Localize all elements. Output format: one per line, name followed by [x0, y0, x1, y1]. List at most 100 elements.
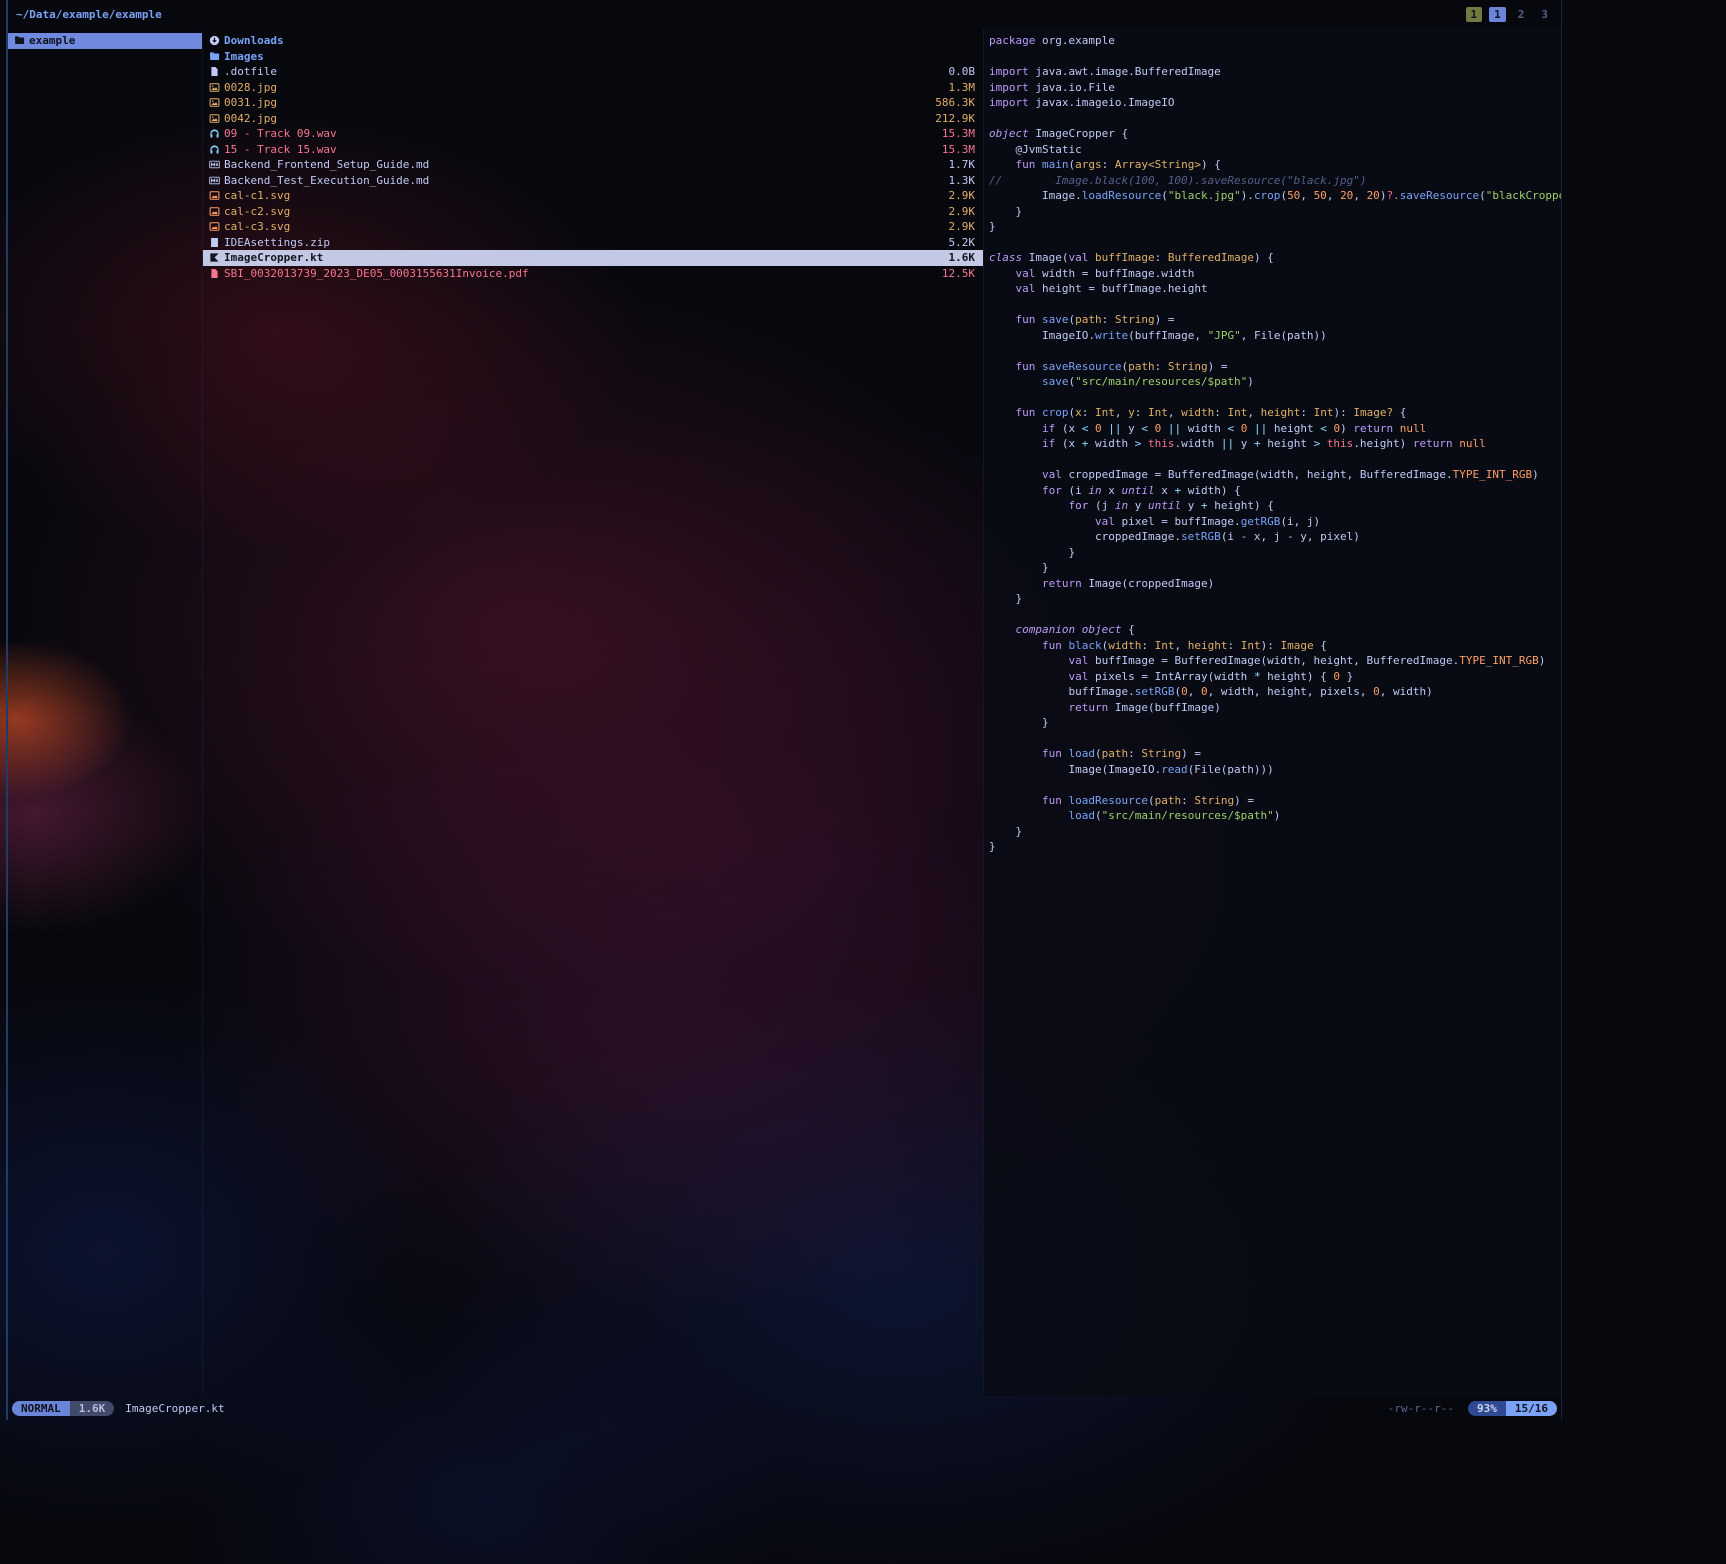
file-row[interactable]: cal-c2.svg2.9K [203, 204, 983, 220]
file-row[interactable]: Images [203, 49, 983, 65]
file-row[interactable]: ImageCropper.kt1.6K [203, 250, 983, 266]
code-line: import javax.imageio.ImageIO [989, 95, 1561, 111]
code-token: in [1115, 499, 1128, 512]
file-row[interactable]: example [8, 33, 202, 49]
file-row[interactable]: Backend_Test_Execution_Guide.md1.3K [203, 173, 983, 189]
code-token: height [1261, 406, 1301, 419]
code-token: "black.jpg" [1168, 189, 1241, 202]
code-token: Image( [1022, 251, 1068, 264]
code-line: if (x < 0 || y < 0 || width < 0 || heigh… [989, 421, 1561, 437]
code-token: (File(path))) [1188, 763, 1274, 776]
folder-icon [14, 35, 29, 46]
code-token: , width) [1380, 685, 1433, 698]
code-token: return [1413, 437, 1453, 450]
code-token: , width, height, pixels, [1208, 685, 1374, 698]
code-token: height [1267, 422, 1320, 435]
code-line: if (x + width > this.width || y + height… [989, 436, 1561, 452]
header-bar: ~/Data/example/example 1123 [8, 0, 1561, 28]
code-token: + [1201, 499, 1208, 512]
code-line: fun saveResource(path: String) = [989, 359, 1561, 375]
code-token: : [1141, 639, 1154, 652]
file-name: 15 - Track 15.wav [224, 143, 942, 156]
code-token: height = buffImage.height [1035, 282, 1207, 295]
file-row[interactable]: cal-c3.svg2.9K [203, 219, 983, 235]
code-token [989, 484, 1042, 497]
tab-4[interactable]: 3 [1536, 7, 1553, 22]
file-permissions: -rw-r--r-- [1388, 1402, 1454, 1415]
file-row[interactable]: 0028.jpg1.3M [203, 80, 983, 96]
file-row[interactable]: .dotfile0.0B [203, 64, 983, 80]
code-token: save [1042, 375, 1069, 388]
code-line: companion object { [989, 622, 1561, 638]
parent-directory-pane[interactable]: example [8, 28, 202, 1396]
code-token: Int [1241, 639, 1261, 652]
file-size: 5.2K [949, 236, 976, 249]
file-name: Downloads [224, 34, 975, 47]
code-token: : [1102, 313, 1115, 326]
code-token: val [1016, 282, 1036, 295]
code-token: ): [1334, 406, 1354, 419]
panes-container: example Downloads Images.dotfile0.0B0028.… [8, 28, 1561, 1396]
code-token: , [1300, 189, 1313, 202]
file-row[interactable]: 0031.jpg586.3K [203, 95, 983, 111]
file-preview-pane[interactable]: package org.example import java.awt.imag… [983, 28, 1561, 1396]
code-token: , [1247, 406, 1260, 419]
file-size: 2.9K [949, 189, 976, 202]
code-line: import java.awt.image.BufferedImage [989, 64, 1561, 80]
code-token: crop [1042, 406, 1069, 419]
code-token: if [1042, 437, 1055, 450]
code-token: * [1254, 670, 1261, 683]
code-token: ) = [1208, 360, 1228, 373]
code-line [989, 343, 1561, 359]
tab-bar: 1123 [1466, 7, 1554, 22]
markdown-icon [209, 175, 224, 186]
code-token: buffImage [1095, 251, 1155, 264]
code-token: x, j [1247, 530, 1287, 543]
code-token: ( [1095, 809, 1102, 822]
file-row[interactable]: IDEAsettings.zip5.2K [203, 235, 983, 251]
code-token [989, 701, 1068, 714]
file-size: 15.3M [942, 127, 975, 140]
code-token: getRGB [1241, 515, 1281, 528]
code-line [989, 607, 1561, 623]
file-row[interactable]: Backend_Frontend_Setup_Guide.md1.7K [203, 157, 983, 173]
code-token: Image? [1353, 406, 1393, 419]
code-token: until [1121, 484, 1154, 497]
code-token: - [1287, 530, 1294, 543]
current-directory-pane[interactable]: DownloadsImages.dotfile0.0B0028.jpg1.3M0… [202, 28, 983, 1396]
code-token: crop [1254, 189, 1281, 202]
file-row[interactable]: 09 - Track 09.wav15.3M [203, 126, 983, 142]
desktop-background: ~/Data/example/example 1123 example Down… [0, 0, 1726, 1564]
code-token: 0 [1373, 685, 1380, 698]
code-token: in [1088, 484, 1101, 497]
file-row[interactable]: 15 - Track 15.wav15.3M [203, 142, 983, 158]
code-line: class Image(val buffImage: BufferedImage… [989, 250, 1561, 266]
file-row[interactable]: Downloads [203, 33, 983, 49]
code-token [989, 282, 1016, 295]
code-token: setRGB [1181, 530, 1221, 543]
code-token: : [1214, 406, 1227, 419]
code-token: 0 [1095, 422, 1102, 435]
file-row[interactable]: 0042.jpg212.9K [203, 111, 983, 127]
file-row[interactable]: SBI_0032013739_2023_DE05_0003155631Invoi… [203, 266, 983, 282]
code-token: ) [1247, 375, 1254, 388]
code-token: args [1075, 158, 1102, 171]
code-token [989, 267, 1016, 280]
code-token: y [1234, 437, 1254, 450]
file-size: 1.6K [949, 251, 976, 264]
code-token [989, 313, 1016, 326]
tab-3[interactable]: 2 [1513, 7, 1530, 22]
code-token: : [1082, 406, 1095, 419]
code-token: path [1155, 794, 1182, 807]
breadcrumb-path: ~/Data/example/example [16, 8, 162, 21]
tab-2[interactable]: 1 [1489, 7, 1506, 22]
mode-badge: NORMAL [12, 1401, 70, 1416]
file-name: Backend_Test_Execution_Guide.md [224, 174, 949, 187]
code-line: @JvmStatic [989, 142, 1561, 158]
tab-1[interactable]: 1 [1466, 7, 1483, 22]
code-token: java.io.File [1029, 81, 1115, 94]
code-token: setRGB [1135, 685, 1175, 698]
code-token: String [1115, 313, 1155, 326]
file-row[interactable]: cal-c1.svg2.9K [203, 188, 983, 204]
code-token: val [1068, 654, 1088, 667]
